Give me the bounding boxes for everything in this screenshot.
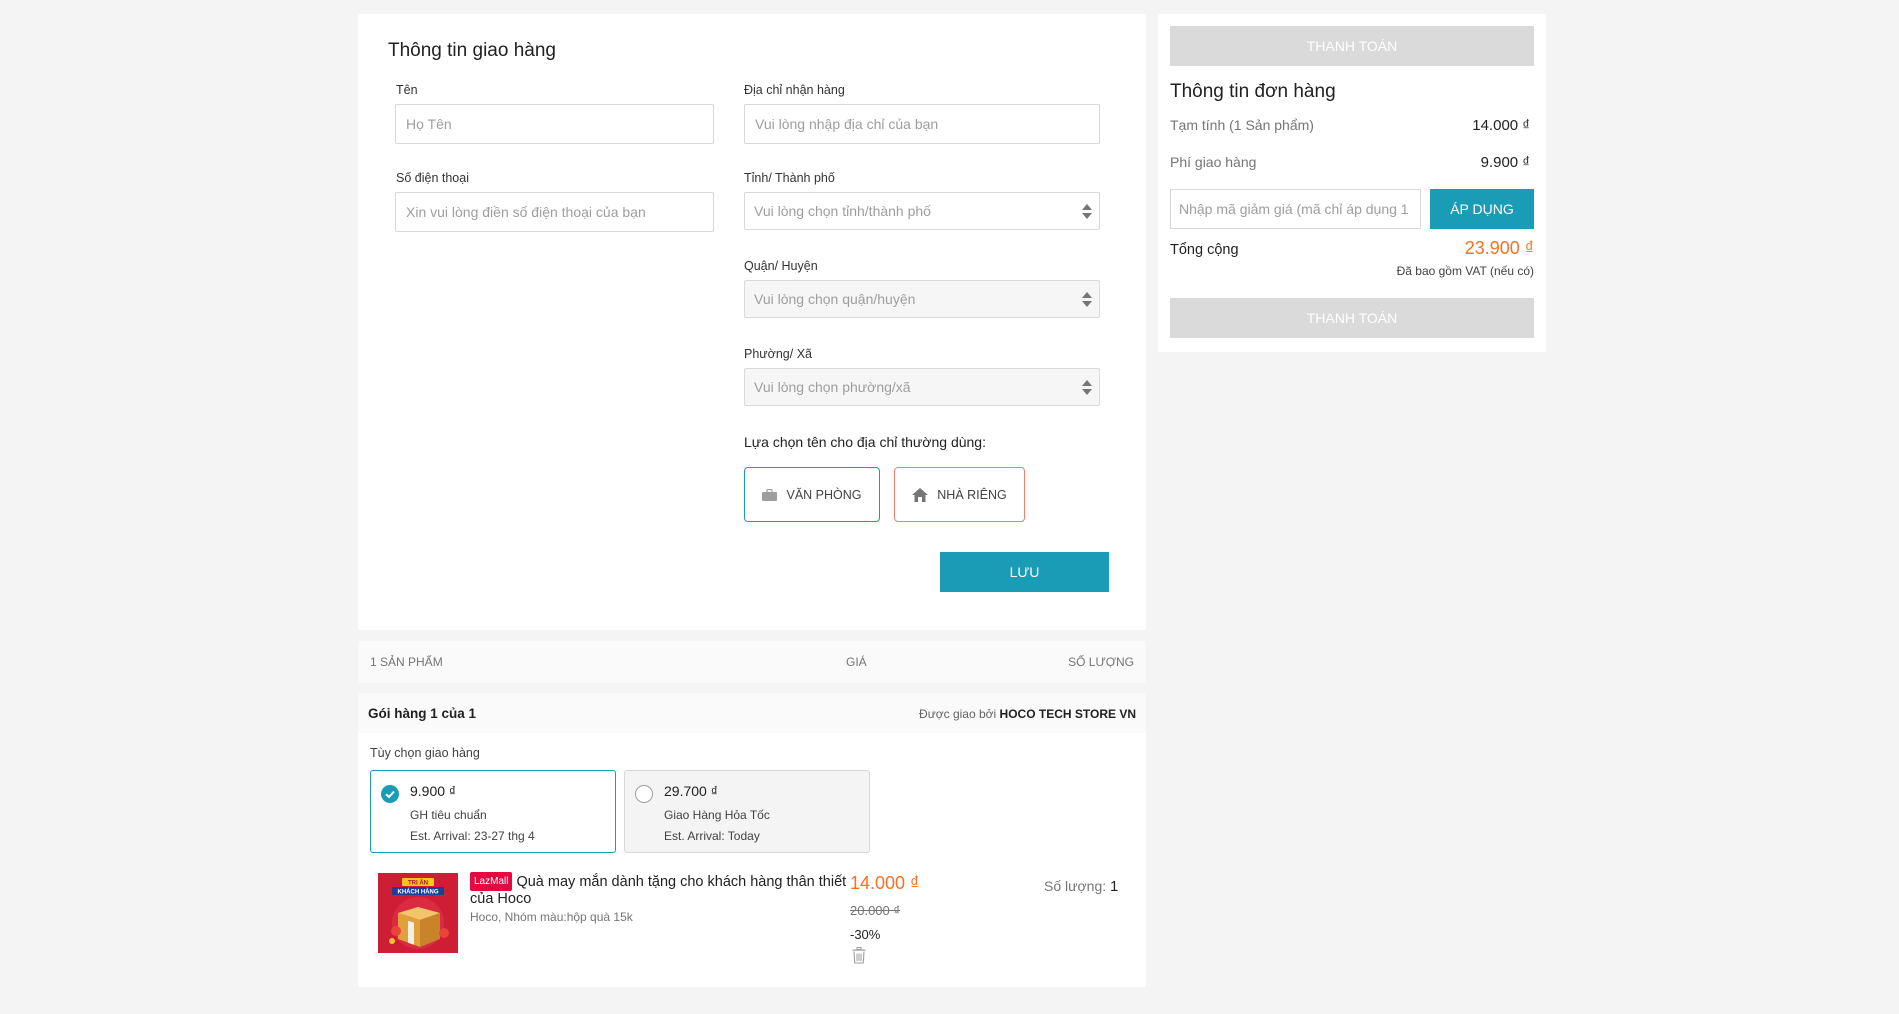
gift-box-image: TRI ÂN KHÁCH HÀNG: [378, 873, 458, 953]
seller-name: HOCO TECH STORE VN: [999, 707, 1136, 721]
address-label: Địa chỉ nhận hàng: [744, 83, 845, 97]
delivery-option-price: 9.900 ₫: [410, 783, 457, 799]
shipping-fee-row: Phí giao hàng 9.900 ₫: [1170, 154, 1530, 171]
district-select-value: Vui lòng chọn quận/huyện: [754, 291, 916, 307]
quantity-label: Số lượng:: [1044, 878, 1107, 894]
image-text-top: TRI ÂN: [408, 880, 428, 887]
image-text-bottom: KHÁCH HÀNG: [398, 889, 439, 896]
delivery-option-eta: Est. Arrival: Today: [664, 829, 760, 843]
product-title[interactable]: LazMall Quà may mắn dành tặng cho khách h…: [470, 872, 850, 908]
lazmall-badge: LazMall: [470, 872, 513, 891]
checkout-button-top[interactable]: THANH TOÁN: [1170, 26, 1534, 66]
product-list-header: 1 SẢN PHẨM GIÁ SỐ LƯỢNG: [358, 641, 1146, 683]
package-header: Gói hàng 1 của 1 Được giao bởi HOCO TECH…: [358, 693, 1146, 733]
radio-icon: [635, 785, 653, 803]
vat-note: Đã bao gồm VAT (nếu có): [1396, 264, 1534, 278]
office-label: VĂN PHÒNG: [786, 487, 862, 502]
delivery-options-label: Tùy chọn giao hàng: [370, 746, 480, 760]
price-column-header: GIÁ: [846, 655, 867, 669]
product-count: 1 SẢN PHẨM: [370, 655, 443, 669]
subtotal-row: Tạm tính (1 Sản phẩm) 14.000 ₫: [1170, 117, 1530, 134]
delivered-by-label: Được giao bởi: [919, 707, 997, 721]
home-icon: [912, 487, 929, 502]
ward-label: Phường/ Xã: [744, 347, 812, 361]
office-address-button[interactable]: VĂN PHÒNG: [744, 467, 880, 522]
shipping-info-panel: Thông tin giao hàng Tên Số điện thoại Đị…: [358, 14, 1146, 630]
product-title-text: Quà may mắn dành tặng cho khách hàng thâ…: [470, 874, 847, 907]
select-arrows-icon: [1082, 292, 1092, 308]
quantity-display: Số lượng: 1: [1044, 878, 1118, 895]
delivery-option-eta: Est. Arrival: 23-27 thg 4: [410, 829, 535, 843]
trash-icon: [852, 947, 866, 964]
province-select-value: Vui lòng chọn tỉnh/thành phố: [754, 203, 931, 219]
product-price: 14.000 ₫: [850, 873, 920, 893]
address-input[interactable]: [744, 104, 1100, 144]
save-button[interactable]: LƯU: [940, 552, 1109, 592]
seller-info: Được giao bởi HOCO TECH STORE VN: [919, 707, 1136, 721]
product-original-price: 20.000 ₫: [850, 903, 901, 918]
total-label: Tổng cộng: [1170, 242, 1239, 258]
home-address-button[interactable]: NHÀ RIÊNG: [894, 467, 1025, 522]
product-variant: Hoco, Nhóm màu:hộp quà 15k: [470, 910, 633, 924]
select-arrows-icon: [1082, 380, 1092, 396]
voucher-input[interactable]: [1170, 189, 1421, 229]
subtotal-value: 14.000 ₫: [1472, 117, 1530, 134]
order-summary-panel: THANH TOÁN Thông tin đơn hàng Tạm tính (…: [1158, 14, 1546, 352]
district-label: Quận/ Huyện: [744, 259, 818, 273]
delivery-option-price: 29.700 ₫: [664, 783, 718, 799]
name-label: Tên: [396, 83, 418, 97]
product-image[interactable]: TRI ÂN KHÁCH HÀNG: [378, 873, 458, 953]
order-summary-title: Thông tin đơn hàng: [1170, 81, 1336, 102]
name-input[interactable]: [395, 104, 714, 144]
package-body: Tùy chọn giao hàng 9.900 ₫ GH tiêu chuẩn…: [358, 733, 1146, 987]
total-value: 23.900 ₫: [1464, 238, 1534, 258]
delivery-option-name: GH tiêu chuẩn: [410, 808, 487, 822]
province-label: Tỉnh/ Thành phố: [744, 171, 835, 185]
briefcase-icon: [762, 488, 778, 501]
subtotal-label: Tạm tính (1 Sản phẩm): [1170, 117, 1314, 133]
shipping-fee-value: 9.900 ₫: [1480, 154, 1530, 171]
select-arrows-icon: [1082, 204, 1092, 220]
product-discount: -30%: [850, 927, 881, 942]
province-select[interactable]: Vui lòng chọn tỉnh/thành phố: [744, 192, 1100, 230]
delete-product-button[interactable]: [852, 947, 866, 969]
quantity-value: 1: [1110, 878, 1119, 895]
phone-label: Số điện thoại: [396, 171, 469, 185]
phone-input[interactable]: [395, 192, 714, 232]
shipping-title: Thông tin giao hàng: [388, 40, 556, 61]
check-circle-icon: [381, 785, 399, 803]
delivery-option-standard[interactable]: 9.900 ₫ GH tiêu chuẩn Est. Arrival: 23-2…: [370, 770, 616, 853]
ward-select-value: Vui lòng chọn phường/xã: [754, 379, 911, 395]
home-label: NHÀ RIÊNG: [937, 487, 1007, 502]
quantity-column-header: SỐ LƯỢNG: [1068, 655, 1134, 669]
district-select[interactable]: Vui lòng chọn quận/huyện: [744, 280, 1100, 318]
package-title: Gói hàng 1 của 1: [368, 706, 477, 721]
apply-voucher-button[interactable]: ÁP DỤNG: [1430, 189, 1534, 229]
address-type-label: Lựa chọn tên cho địa chỉ thường dùng:: [744, 434, 986, 450]
checkout-button-bottom[interactable]: THANH TOÁN: [1170, 298, 1534, 338]
shipping-fee-label: Phí giao hàng: [1170, 154, 1257, 170]
delivery-option-express[interactable]: 29.700 ₫ Giao Hàng Hỏa Tốc Est. Arrival:…: [624, 770, 870, 853]
ward-select[interactable]: Vui lòng chọn phường/xã: [744, 368, 1100, 406]
delivery-option-name: Giao Hàng Hỏa Tốc: [664, 808, 770, 822]
